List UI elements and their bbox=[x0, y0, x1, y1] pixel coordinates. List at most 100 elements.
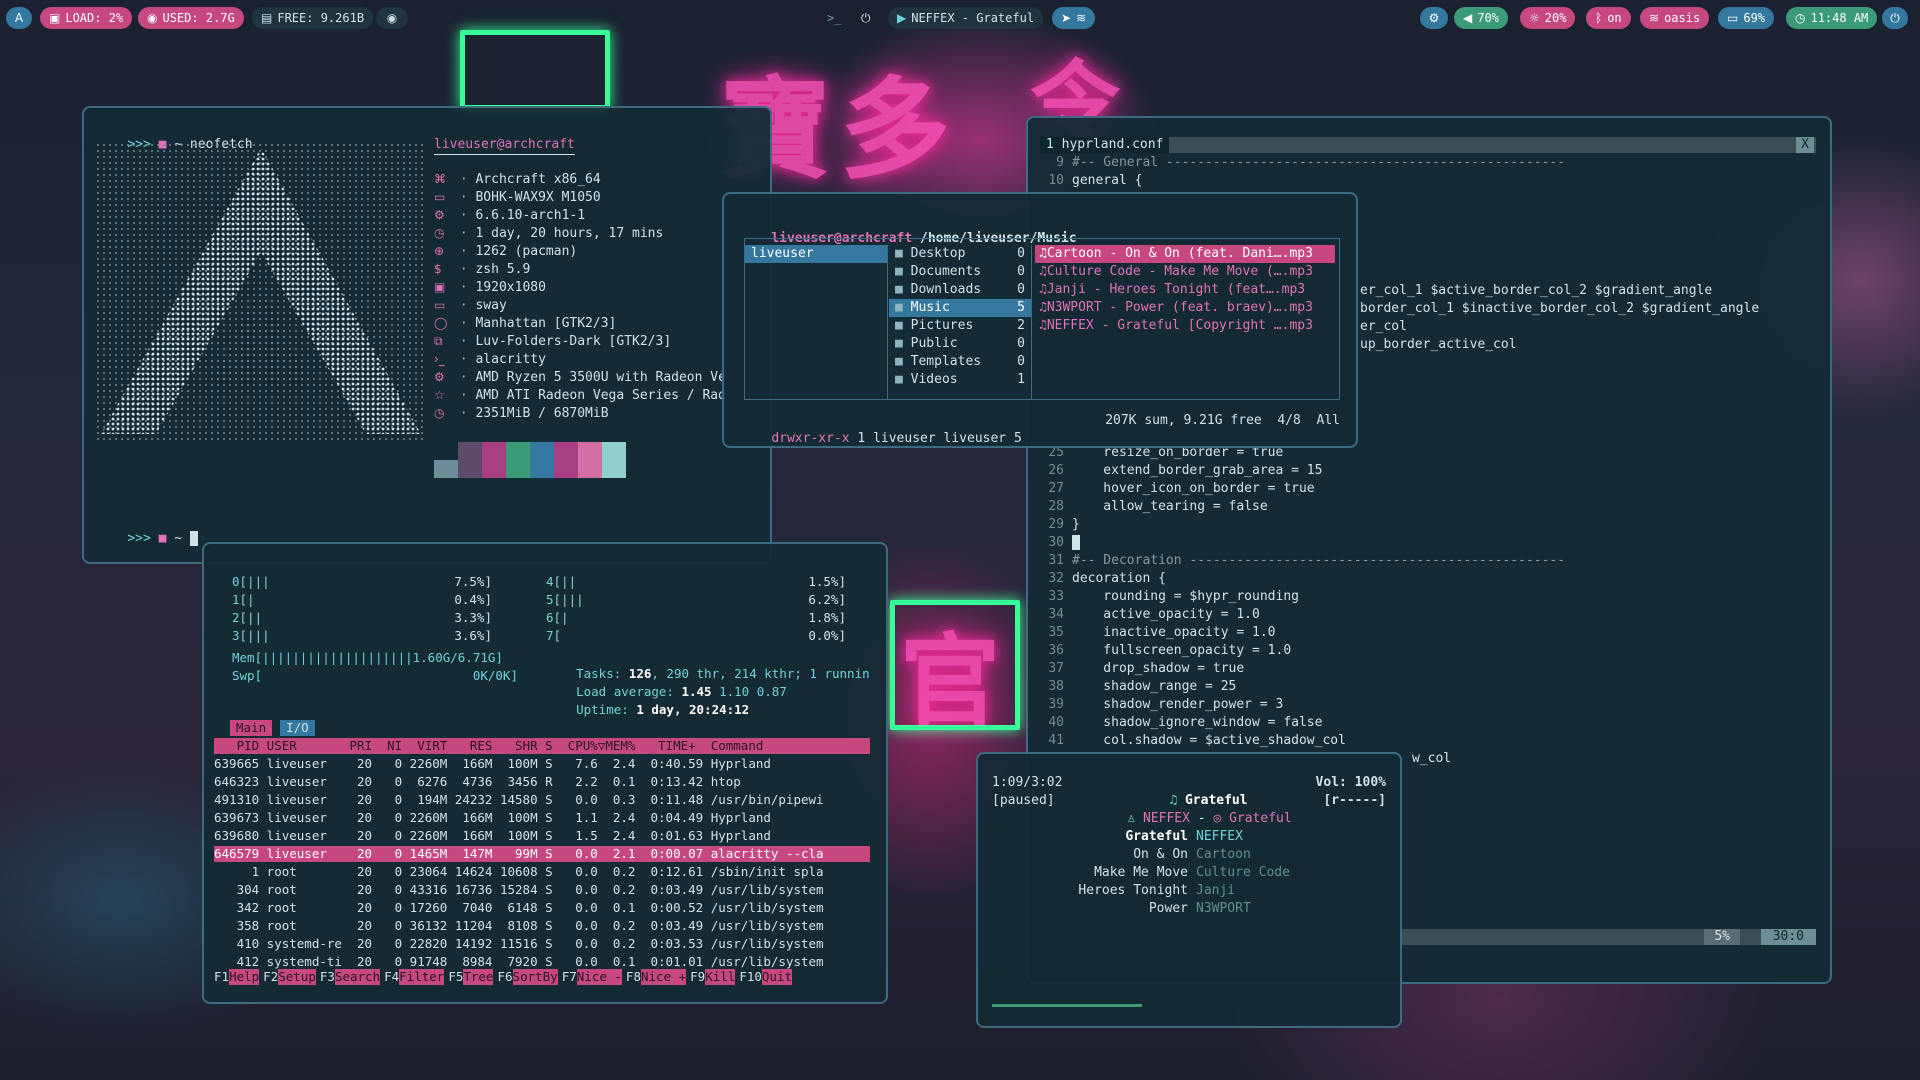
file-item[interactable]: ♫Janji - Heroes Tonight (feat….mp3 bbox=[1035, 281, 1335, 299]
fkey-action[interactable]: SortBy bbox=[512, 969, 558, 985]
code-line[interactable]: 32 decoration { bbox=[1040, 570, 1565, 588]
file-item[interactable]: ♫NEFFEX - Grateful [Copyright ….mp3 bbox=[1035, 317, 1335, 335]
now-playing-indicator[interactable]: ▶ NEFFEX - Grateful bbox=[888, 7, 1044, 29]
volume-indicator[interactable]: ◀ 70% bbox=[1454, 7, 1508, 29]
code-line[interactable]: 33 rounding = $hypr_rounding bbox=[1040, 588, 1565, 606]
load-indicator[interactable]: ▣ LOAD: 2% bbox=[40, 7, 133, 29]
playlist-item[interactable]: Power N3WPORT bbox=[992, 900, 1392, 918]
process-row[interactable]: 639680 liveuser 20 0 2260M 166M 100M S 1… bbox=[214, 828, 870, 844]
fkey-action[interactable]: Help bbox=[229, 969, 260, 985]
process-row[interactable]: 342 root 20 0 17260 7040 6148 S 0.0 0.1 … bbox=[214, 900, 870, 916]
dir-item[interactable]: ■ Videos 1 bbox=[889, 371, 1031, 389]
code-line[interactable]: 34 active_opacity = 1.0 bbox=[1040, 606, 1565, 624]
process-row[interactable]: 639673 liveuser 20 0 2260M 166M 100M S 1… bbox=[214, 810, 870, 826]
code-line[interactable]: 28 allow_tearing = false bbox=[1040, 498, 1565, 516]
process-row[interactable]: 358 root 20 0 36132 11204 8108 S 0.0 0.2… bbox=[214, 918, 870, 934]
eye-toggle-button[interactable]: ◉ bbox=[376, 7, 408, 29]
telegram-icon[interactable]: ➤ bbox=[1061, 11, 1071, 25]
line-number: 31 bbox=[1048, 553, 1064, 568]
playlist-item[interactable]: On & On Cartoon bbox=[992, 846, 1392, 864]
code-line[interactable]: 9 #-- General ---------------------------… bbox=[1040, 154, 1565, 172]
code-line[interactable]: 10 general { bbox=[1040, 172, 1565, 190]
file-item[interactable]: ♫N3WPORT - Power (feat. braev)….mp3 bbox=[1035, 299, 1335, 317]
info-value: zsh 5.9 bbox=[475, 262, 531, 277]
dir-item[interactable]: ■ Public 0 bbox=[889, 335, 1031, 353]
function-key-bar: F1 Help F2 Setup F3 Search F4 Filter F5 Tree F6 Sor… bbox=[214, 969, 796, 985]
settings-button[interactable]: ⚙ bbox=[1420, 7, 1448, 29]
process-row[interactable]: 646579 liveuser 20 0 1465M 147M 99M S 0.… bbox=[214, 846, 870, 862]
power-menu-button[interactable]: ⏻ bbox=[1882, 7, 1908, 29]
neofetch-info-line: ⚙ · AMD Ryzen 5 3500U with Radeon Ve bbox=[434, 368, 726, 386]
code-line[interactable]: 35 inactive_opacity = 1.0 bbox=[1040, 624, 1565, 642]
playlist-item[interactable]: Heroes Tonight Janji bbox=[992, 882, 1392, 900]
terminal-prompt-line-2[interactable]: >>> ■ ~ bbox=[96, 512, 198, 562]
playlist-item[interactable]: Make Me Move Culture Code bbox=[992, 864, 1392, 882]
process-row[interactable]: 639665 liveuser 20 0 2260M 166M 100M S 7… bbox=[214, 756, 870, 772]
info-value: Luv-Folders-Dark [GTK2/3] bbox=[475, 334, 672, 349]
fkey-action[interactable]: Kill bbox=[705, 969, 736, 985]
terminal-prompt-icon[interactable]: >_ bbox=[818, 7, 850, 29]
power-icon[interactable]: ⏻ bbox=[852, 7, 880, 29]
dir-item[interactable]: ■ Music 5 bbox=[889, 299, 1031, 317]
file-item[interactable]: ♫Cartoon - On & On (feat. Dani….mp3 bbox=[1035, 245, 1335, 263]
battery-indicator[interactable]: ▭ 69% bbox=[1718, 7, 1775, 29]
dir-item[interactable]: ■ Templates 0 bbox=[889, 353, 1031, 371]
file-item[interactable]: ♫Culture Code - Make Me Move (….mp3 bbox=[1035, 263, 1335, 281]
process-row[interactable]: 646323 liveuser 20 0 6276 4736 3456 R 2.… bbox=[214, 774, 870, 790]
dir-item[interactable]: ■ Desktop 0 bbox=[889, 245, 1031, 263]
info-icon: ◷ bbox=[434, 226, 445, 240]
playlist-item[interactable]: Grateful NEFFEX bbox=[992, 828, 1392, 846]
fkey-action[interactable]: Nice + bbox=[640, 969, 687, 985]
info-separator: · bbox=[452, 172, 476, 187]
process-row[interactable]: 412 systemd-ti 20 0 91748 8984 7920 S 0.… bbox=[214, 954, 870, 970]
disk-indicator[interactable]: ▤ FREE: 9.261B bbox=[252, 7, 374, 29]
code-line[interactable]: 40 shadow_ignore_window = false bbox=[1040, 714, 1565, 732]
dir-item[interactable]: ■ Downloads 0 bbox=[889, 281, 1031, 299]
code-line[interactable]: 30 bbox=[1040, 534, 1565, 552]
fkey-action[interactable]: Setup bbox=[278, 969, 316, 985]
info-icon: ⚙ bbox=[434, 208, 445, 222]
code-line[interactable]: 39 shadow_render_power = 3 bbox=[1040, 696, 1565, 714]
process-row[interactable]: 410 systemd-re 20 0 22820 14192 11516 S … bbox=[214, 936, 870, 952]
playback-state: [paused] bbox=[992, 793, 1055, 808]
code-line[interactable]: 31 #-- Decoration -----------------------… bbox=[1040, 552, 1565, 570]
progress-track[interactable] bbox=[992, 1004, 1388, 1007]
file-manager-window[interactable]: liveuser@archcraft /home/liveuser/Music … bbox=[722, 192, 1358, 448]
dir-item[interactable]: ■ Documents 0 bbox=[889, 263, 1031, 281]
code-line[interactable]: 37 drop_shadow = true bbox=[1040, 660, 1565, 678]
wifi-indicator[interactable]: ≋ oasis bbox=[1640, 7, 1710, 29]
process-row[interactable]: 1 root 20 0 23064 14624 10608 S 0.0 0.2 … bbox=[214, 864, 870, 880]
wifi-tray-icon[interactable]: ≋ bbox=[1076, 11, 1086, 25]
process-table-header[interactable]: PID USER PRI NI VIRT RES SHR S CPU%▽MEM%… bbox=[214, 738, 870, 754]
process-row[interactable]: 304 root 20 0 43316 16736 15284 S 0.0 0.… bbox=[214, 882, 870, 898]
process-row[interactable]: 491310 liveuser 20 0 194M 24232 14580 S … bbox=[214, 792, 870, 808]
code-line[interactable]: 29} bbox=[1040, 516, 1565, 534]
tab-io[interactable]: I/O bbox=[280, 720, 315, 736]
dir-item[interactable]: liveuser bbox=[745, 245, 887, 263]
editor-close-button[interactable]: X bbox=[1796, 137, 1814, 153]
info-value: 1920x1080 bbox=[475, 280, 546, 295]
music-player-window[interactable]: 1:09/3:02 [paused] ♫ Grateful ♙ NEFFEX -… bbox=[976, 752, 1402, 1028]
code-line[interactable]: 26 extend_border_grab_area = 15 bbox=[1040, 462, 1565, 480]
editor-tab[interactable]: 1 hyprland.conf bbox=[1040, 137, 1170, 153]
brightness-indicator[interactable]: ☼ 20% bbox=[1520, 7, 1576, 29]
neofetch-terminal-window[interactable]: >>> ■ ~ neofetch liveuser@archcraft ⌘ · … bbox=[82, 106, 772, 564]
arch-launcher-button[interactable]: A bbox=[6, 7, 32, 29]
fkey-action[interactable]: Quit bbox=[761, 969, 792, 985]
fkey-action[interactable]: Nice - bbox=[576, 969, 622, 985]
editor-lines-partial: er_col_1 $active_border_col_2 $gradient_… bbox=[1360, 282, 1759, 354]
code-line[interactable]: 41 col.shadow = $active_shadow_col bbox=[1040, 732, 1565, 750]
code-line[interactable]: 36 fullscreen_opacity = 1.0 bbox=[1040, 642, 1565, 660]
code-line[interactable]: 27 hover_icon_on_border = true bbox=[1040, 480, 1565, 498]
htop-window[interactable]: 0[||| 7.5%] 4[|| 1.5%] 1[| 0.4%] 5[||| 6.2%] 2[|… bbox=[202, 542, 888, 1004]
dir-item[interactable]: ■ Pictures 2 bbox=[889, 317, 1031, 335]
fkey-action[interactable]: Search bbox=[334, 969, 381, 985]
clock-indicator[interactable]: ◷ 11:48 AM bbox=[1786, 7, 1878, 29]
tab-main[interactable]: Main bbox=[230, 720, 273, 736]
fkey-action[interactable]: Tree bbox=[463, 969, 494, 985]
fkey-action[interactable]: Filter bbox=[399, 969, 445, 985]
code-line[interactable]: 38 shadow_range = 25 bbox=[1040, 678, 1565, 696]
memory-indicator[interactable]: ◉ USED: 2.7G bbox=[138, 7, 244, 29]
bluetooth-indicator[interactable]: ᛒ on bbox=[1586, 7, 1631, 29]
tray-apps[interactable]: ➤ ≋ bbox=[1052, 7, 1096, 29]
